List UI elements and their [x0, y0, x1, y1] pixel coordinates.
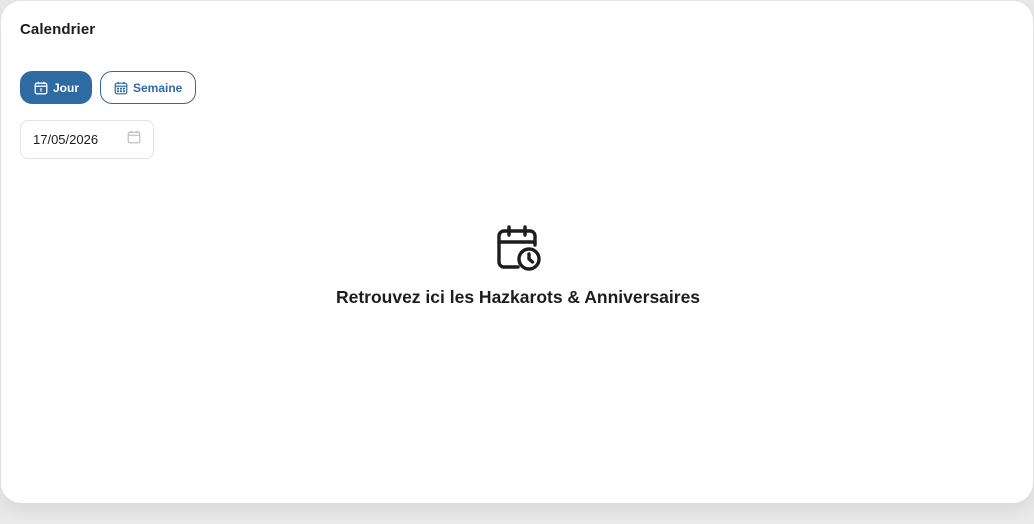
week-view-label: Semaine [133, 80, 183, 95]
day-view-label: Jour [53, 80, 80, 95]
calendar-card: Calendrier Jour Semaine 17/05/2026 Retro… [1, 1, 1033, 503]
calendar-icon[interactable] [127, 130, 141, 149]
week-view-button[interactable]: Semaine [100, 71, 196, 104]
day-view-button[interactable]: Jour [20, 71, 92, 104]
date-picker-input[interactable]: 17/05/2026 [20, 120, 154, 159]
empty-state-message: Retrouvez ici les Hazkarots & Anniversai… [335, 287, 701, 307]
calendar-day-icon [34, 81, 48, 95]
page-title: Calendrier [20, 21, 96, 38]
calendar-week-icon [114, 81, 128, 95]
date-value: 17/05/2026 [33, 132, 99, 147]
calendar-clock-icon [496, 225, 542, 278]
